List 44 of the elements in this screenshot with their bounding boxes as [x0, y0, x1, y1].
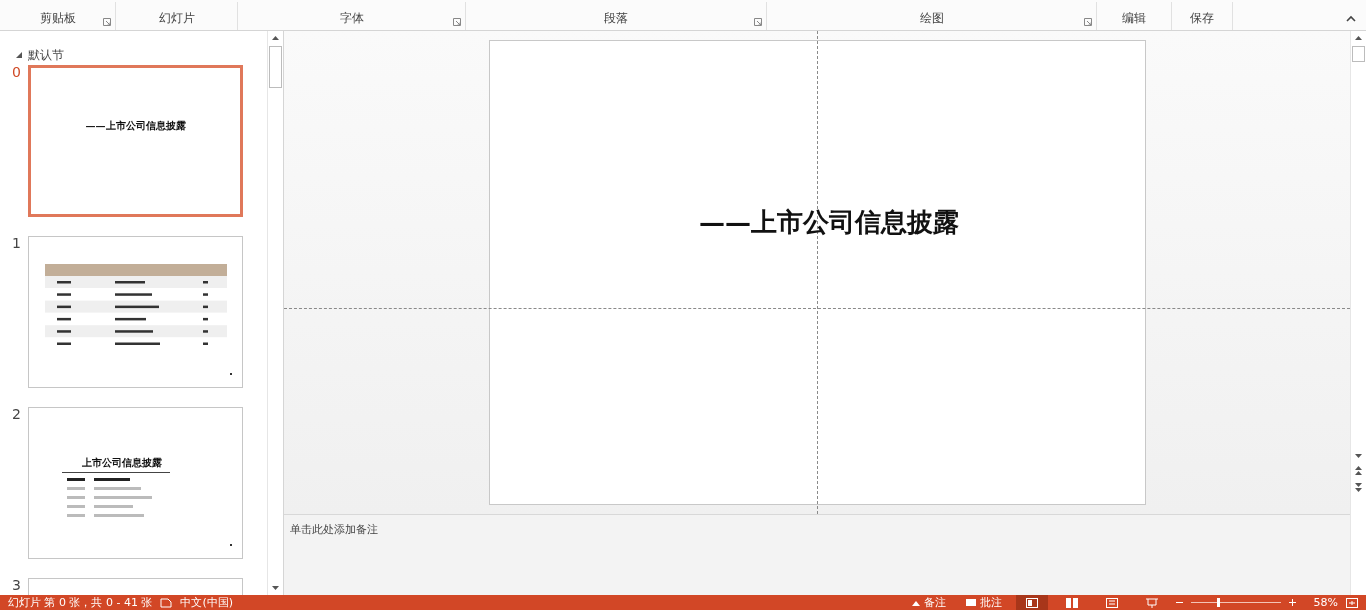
ribbon-group-label: 段落: [604, 10, 628, 27]
section-title: 默认节: [28, 46, 64, 64]
slide-count-text: 幻灯片 第 0 张，共 0 - 41 张: [8, 595, 153, 610]
dialog-launcher-icon[interactable]: [453, 18, 461, 26]
fit-slide-icon[interactable]: [1346, 597, 1358, 608]
language-text[interactable]: 中文(中国): [180, 595, 234, 610]
notes-button[interactable]: 备注: [905, 595, 952, 610]
ribbon-group-label: 保存: [1190, 10, 1214, 27]
ribbon-group-label: 编辑: [1122, 10, 1146, 27]
scrollbar-thumb[interactable]: [269, 46, 282, 88]
slide-number: 1: [11, 236, 22, 250]
zoom-in-icon[interactable]: [1288, 599, 1296, 606]
collapse-triangle-icon[interactable]: [16, 52, 22, 58]
caret-up-icon: [911, 599, 920, 606]
dialog-launcher-icon[interactable]: [754, 18, 762, 26]
dialog-launcher-icon[interactable]: [1084, 18, 1092, 26]
slide-title[interactable]: ——上市公司信息披露: [699, 205, 959, 240]
normal-view-icon: [1025, 597, 1038, 608]
notes-placeholder[interactable]: 单击此处添加备注: [290, 523, 378, 536]
comments-button[interactable]: 批注: [959, 595, 1008, 610]
ribbon-group-label: 绘图: [919, 10, 944, 27]
slide-thumbnail[interactable]: ——上市公司信息披露: [28, 65, 243, 217]
slide-number: 3: [11, 578, 22, 592]
ribbon-group-label: 字体: [339, 10, 364, 27]
spellcheck-icon[interactable]: [160, 597, 173, 608]
caret-up-icon[interactable]: [1346, 15, 1356, 22]
reading-view-icon: [1105, 597, 1118, 608]
slide-sorter-icon: [1065, 597, 1078, 608]
zoom-level[interactable]: 58%: [1313, 595, 1338, 610]
zoom-out-icon[interactable]: [1175, 601, 1183, 604]
comment-icon: [965, 598, 976, 607]
scrollbar-thumb[interactable]: [1352, 46, 1365, 62]
slide-number: 0: [11, 65, 22, 79]
ribbon-group-label: 剪贴板: [39, 10, 76, 27]
slider-thumb[interactable]: [1216, 598, 1220, 607]
slide-thumbnail[interactable]: [28, 236, 243, 388]
dialog-launcher-icon[interactable]: [103, 18, 111, 26]
slide-number: 2: [11, 407, 22, 421]
slide-thumbnail[interactable]: 上市公司信息披露: [28, 407, 243, 559]
thumbnail-title: ——上市公司信息披露: [85, 119, 186, 133]
thumbnail-title: 上市公司信息披露: [81, 456, 162, 470]
projector-icon: [1145, 597, 1158, 608]
normal-view-button[interactable]: [1015, 595, 1048, 610]
ribbon-group-label: 幻灯片: [158, 10, 195, 27]
